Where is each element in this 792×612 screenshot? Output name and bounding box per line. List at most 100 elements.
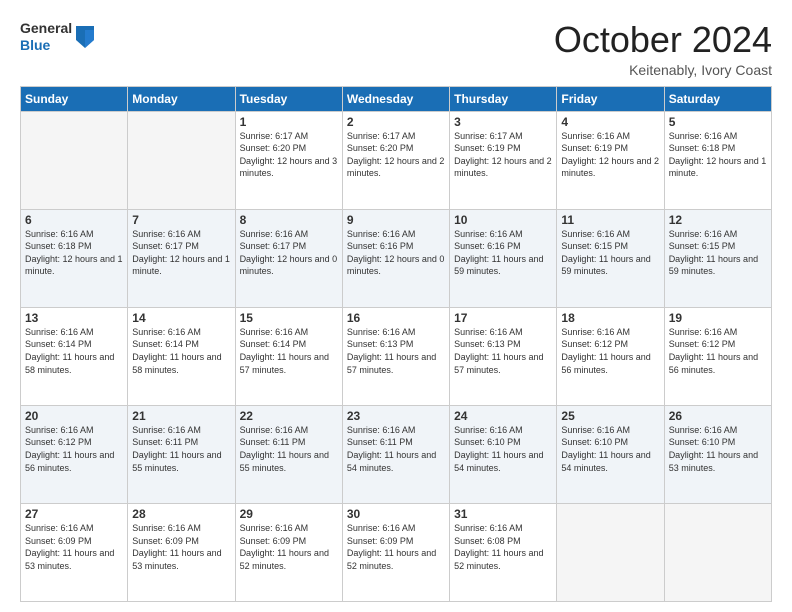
day-info: Sunrise: 6:16 AM Sunset: 6:14 PM Dayligh…	[25, 326, 123, 376]
day-number: 25	[561, 409, 659, 423]
day-header-wednesday: Wednesday	[342, 86, 449, 111]
day-number: 1	[240, 115, 338, 129]
day-info: Sunrise: 6:16 AM Sunset: 6:14 PM Dayligh…	[240, 326, 338, 376]
calendar-cell: 4Sunrise: 6:16 AM Sunset: 6:19 PM Daylig…	[557, 111, 664, 209]
calendar-cell: 2Sunrise: 6:17 AM Sunset: 6:20 PM Daylig…	[342, 111, 449, 209]
day-info: Sunrise: 6:16 AM Sunset: 6:18 PM Dayligh…	[25, 228, 123, 278]
day-info: Sunrise: 6:17 AM Sunset: 6:20 PM Dayligh…	[240, 130, 338, 180]
day-number: 6	[25, 213, 123, 227]
month-title: October 2024	[554, 20, 772, 60]
day-info: Sunrise: 6:16 AM Sunset: 6:12 PM Dayligh…	[561, 326, 659, 376]
day-header-monday: Monday	[128, 86, 235, 111]
calendar-cell: 3Sunrise: 6:17 AM Sunset: 6:19 PM Daylig…	[450, 111, 557, 209]
day-info: Sunrise: 6:16 AM Sunset: 6:17 PM Dayligh…	[132, 228, 230, 278]
calendar-cell: 25Sunrise: 6:16 AM Sunset: 6:10 PM Dayli…	[557, 405, 664, 503]
calendar-cell: 20Sunrise: 6:16 AM Sunset: 6:12 PM Dayli…	[21, 405, 128, 503]
day-number: 23	[347, 409, 445, 423]
day-number: 14	[132, 311, 230, 325]
calendar-cell: 8Sunrise: 6:16 AM Sunset: 6:17 PM Daylig…	[235, 209, 342, 307]
calendar-cell: 22Sunrise: 6:16 AM Sunset: 6:11 PM Dayli…	[235, 405, 342, 503]
day-number: 9	[347, 213, 445, 227]
calendar-cell	[128, 111, 235, 209]
calendar-week-row: 6Sunrise: 6:16 AM Sunset: 6:18 PM Daylig…	[21, 209, 772, 307]
calendar-cell: 12Sunrise: 6:16 AM Sunset: 6:15 PM Dayli…	[664, 209, 771, 307]
calendar-cell: 10Sunrise: 6:16 AM Sunset: 6:16 PM Dayli…	[450, 209, 557, 307]
day-number: 30	[347, 507, 445, 521]
calendar-cell: 19Sunrise: 6:16 AM Sunset: 6:12 PM Dayli…	[664, 307, 771, 405]
calendar-cell: 1Sunrise: 6:17 AM Sunset: 6:20 PM Daylig…	[235, 111, 342, 209]
day-header-tuesday: Tuesday	[235, 86, 342, 111]
day-number: 15	[240, 311, 338, 325]
day-number: 26	[669, 409, 767, 423]
logo: General Blue	[20, 20, 94, 54]
calendar-cell: 9Sunrise: 6:16 AM Sunset: 6:16 PM Daylig…	[342, 209, 449, 307]
day-info: Sunrise: 6:16 AM Sunset: 6:18 PM Dayligh…	[669, 130, 767, 180]
calendar-cell: 29Sunrise: 6:16 AM Sunset: 6:09 PM Dayli…	[235, 503, 342, 601]
day-info: Sunrise: 6:16 AM Sunset: 6:08 PM Dayligh…	[454, 522, 552, 572]
day-number: 16	[347, 311, 445, 325]
calendar-week-row: 13Sunrise: 6:16 AM Sunset: 6:14 PM Dayli…	[21, 307, 772, 405]
logo-text: General Blue	[20, 20, 72, 54]
calendar-cell: 15Sunrise: 6:16 AM Sunset: 6:14 PM Dayli…	[235, 307, 342, 405]
calendar-cell: 6Sunrise: 6:16 AM Sunset: 6:18 PM Daylig…	[21, 209, 128, 307]
day-info: Sunrise: 6:16 AM Sunset: 6:09 PM Dayligh…	[347, 522, 445, 572]
day-info: Sunrise: 6:16 AM Sunset: 6:15 PM Dayligh…	[561, 228, 659, 278]
day-number: 7	[132, 213, 230, 227]
calendar-cell: 21Sunrise: 6:16 AM Sunset: 6:11 PM Dayli…	[128, 405, 235, 503]
logo-icon	[76, 26, 94, 48]
day-number: 13	[25, 311, 123, 325]
calendar-cell: 14Sunrise: 6:16 AM Sunset: 6:14 PM Dayli…	[128, 307, 235, 405]
day-info: Sunrise: 6:16 AM Sunset: 6:09 PM Dayligh…	[132, 522, 230, 572]
day-number: 24	[454, 409, 552, 423]
calendar-cell: 18Sunrise: 6:16 AM Sunset: 6:12 PM Dayli…	[557, 307, 664, 405]
calendar-cell: 30Sunrise: 6:16 AM Sunset: 6:09 PM Dayli…	[342, 503, 449, 601]
day-number: 2	[347, 115, 445, 129]
day-number: 12	[669, 213, 767, 227]
title-block: October 2024 Keitenably, Ivory Coast	[554, 20, 772, 78]
day-info: Sunrise: 6:16 AM Sunset: 6:12 PM Dayligh…	[25, 424, 123, 474]
calendar-cell: 13Sunrise: 6:16 AM Sunset: 6:14 PM Dayli…	[21, 307, 128, 405]
day-info: Sunrise: 6:16 AM Sunset: 6:09 PM Dayligh…	[240, 522, 338, 572]
calendar-cell: 16Sunrise: 6:16 AM Sunset: 6:13 PM Dayli…	[342, 307, 449, 405]
day-number: 27	[25, 507, 123, 521]
day-info: Sunrise: 6:17 AM Sunset: 6:19 PM Dayligh…	[454, 130, 552, 180]
page: General Blue October 2024 Keitenably, Iv…	[0, 0, 792, 612]
day-info: Sunrise: 6:16 AM Sunset: 6:13 PM Dayligh…	[347, 326, 445, 376]
calendar-cell: 7Sunrise: 6:16 AM Sunset: 6:17 PM Daylig…	[128, 209, 235, 307]
calendar-week-row: 20Sunrise: 6:16 AM Sunset: 6:12 PM Dayli…	[21, 405, 772, 503]
calendar-cell	[21, 111, 128, 209]
day-header-sunday: Sunday	[21, 86, 128, 111]
day-number: 4	[561, 115, 659, 129]
calendar-cell	[664, 503, 771, 601]
day-info: Sunrise: 6:16 AM Sunset: 6:16 PM Dayligh…	[454, 228, 552, 278]
day-header-thursday: Thursday	[450, 86, 557, 111]
day-number: 10	[454, 213, 552, 227]
calendar-cell: 24Sunrise: 6:16 AM Sunset: 6:10 PM Dayli…	[450, 405, 557, 503]
day-info: Sunrise: 6:16 AM Sunset: 6:11 PM Dayligh…	[132, 424, 230, 474]
calendar-cell	[557, 503, 664, 601]
calendar-cell: 28Sunrise: 6:16 AM Sunset: 6:09 PM Dayli…	[128, 503, 235, 601]
header: General Blue October 2024 Keitenably, Iv…	[20, 20, 772, 78]
day-number: 11	[561, 213, 659, 227]
day-number: 8	[240, 213, 338, 227]
day-info: Sunrise: 6:16 AM Sunset: 6:10 PM Dayligh…	[669, 424, 767, 474]
day-number: 31	[454, 507, 552, 521]
day-number: 29	[240, 507, 338, 521]
calendar-cell: 11Sunrise: 6:16 AM Sunset: 6:15 PM Dayli…	[557, 209, 664, 307]
day-number: 19	[669, 311, 767, 325]
day-number: 20	[25, 409, 123, 423]
calendar-cell: 17Sunrise: 6:16 AM Sunset: 6:13 PM Dayli…	[450, 307, 557, 405]
day-info: Sunrise: 6:16 AM Sunset: 6:19 PM Dayligh…	[561, 130, 659, 180]
day-info: Sunrise: 6:16 AM Sunset: 6:16 PM Dayligh…	[347, 228, 445, 278]
day-number: 3	[454, 115, 552, 129]
day-number: 21	[132, 409, 230, 423]
day-info: Sunrise: 6:16 AM Sunset: 6:12 PM Dayligh…	[669, 326, 767, 376]
day-header-saturday: Saturday	[664, 86, 771, 111]
day-info: Sunrise: 6:16 AM Sunset: 6:14 PM Dayligh…	[132, 326, 230, 376]
calendar-cell: 23Sunrise: 6:16 AM Sunset: 6:11 PM Dayli…	[342, 405, 449, 503]
day-number: 28	[132, 507, 230, 521]
calendar-header-row: SundayMondayTuesdayWednesdayThursdayFrid…	[21, 86, 772, 111]
day-info: Sunrise: 6:16 AM Sunset: 6:09 PM Dayligh…	[25, 522, 123, 572]
day-info: Sunrise: 6:16 AM Sunset: 6:11 PM Dayligh…	[347, 424, 445, 474]
calendar-week-row: 27Sunrise: 6:16 AM Sunset: 6:09 PM Dayli…	[21, 503, 772, 601]
